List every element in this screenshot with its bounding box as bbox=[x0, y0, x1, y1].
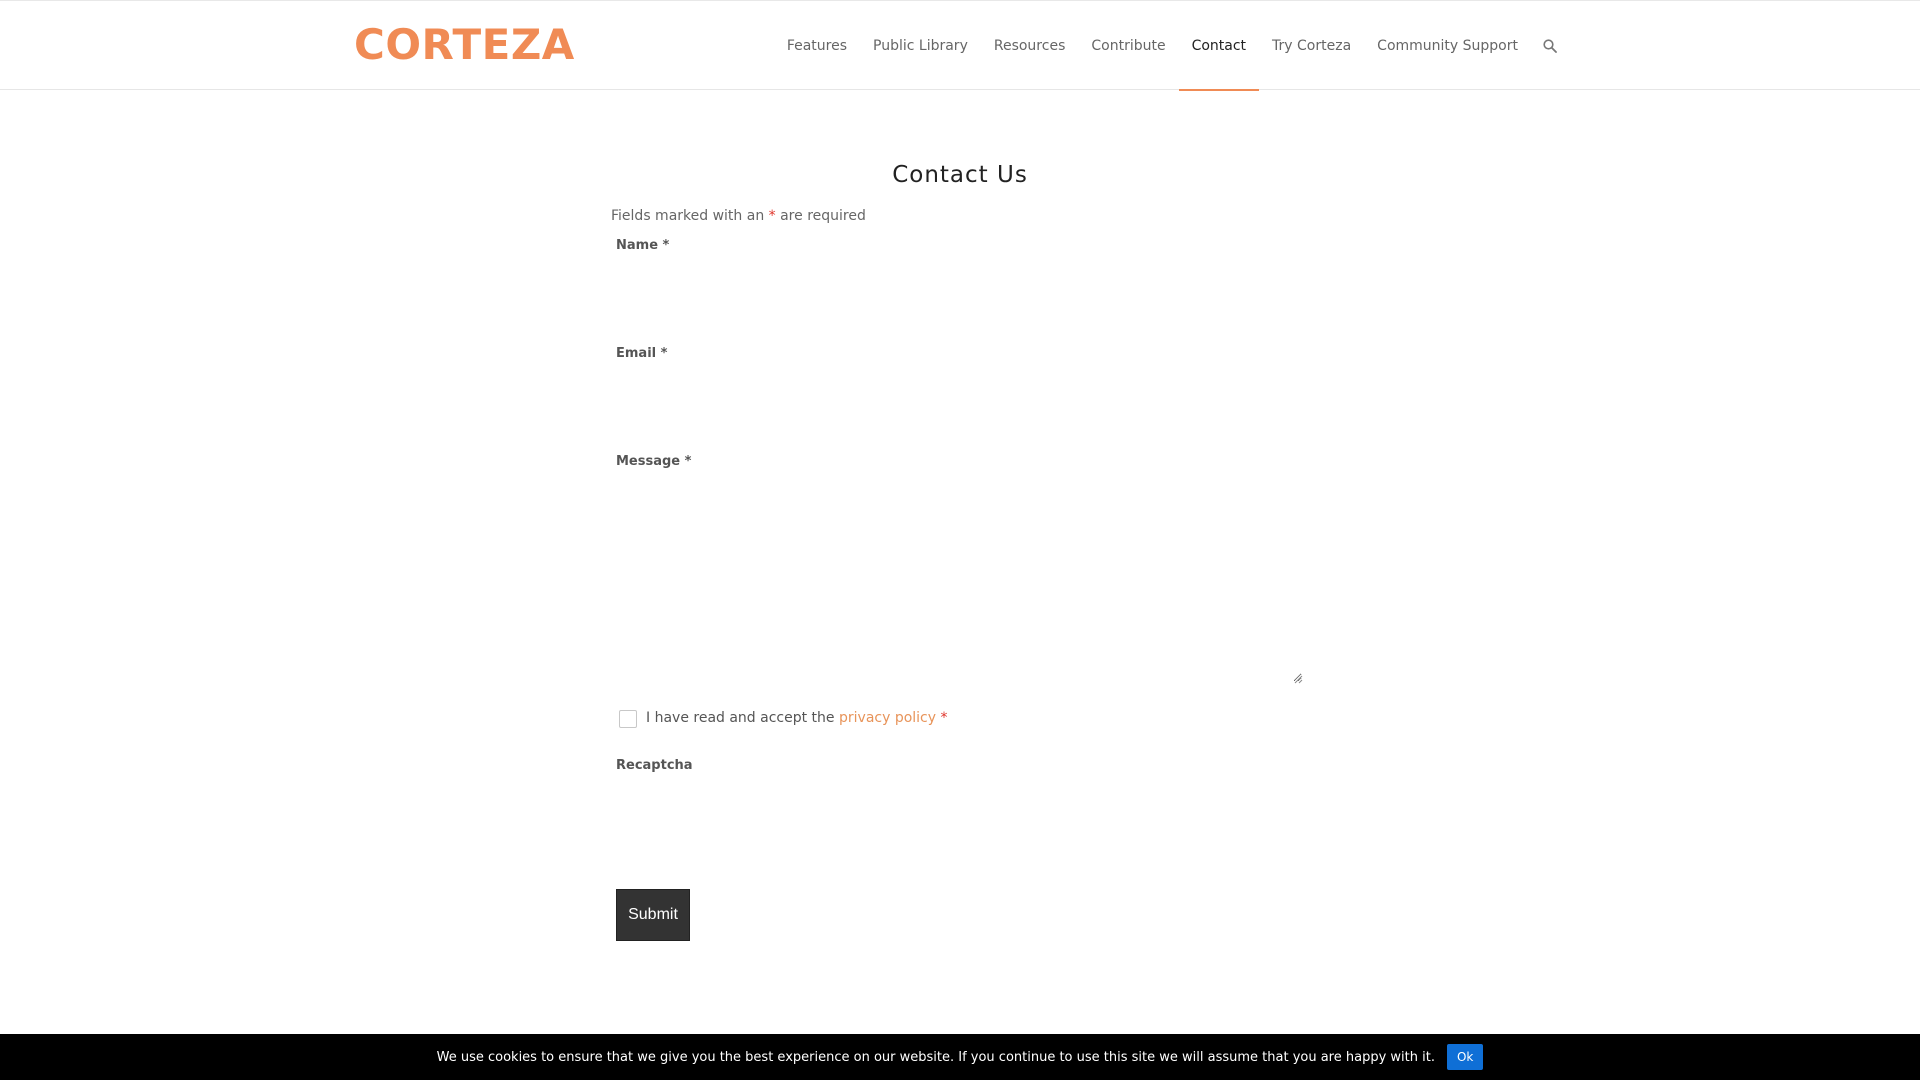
nav-item-features[interactable]: Features bbox=[774, 1, 860, 90]
recaptcha-area bbox=[616, 788, 920, 864]
privacy-policy-link[interactable]: privacy policy bbox=[839, 710, 936, 726]
email-label: Email * bbox=[616, 346, 668, 361]
nav-item-contact[interactable]: Contact bbox=[1178, 1, 1260, 91]
message-label: Message * bbox=[616, 454, 692, 469]
consent-label: I have read and accept the privacy polic… bbox=[646, 710, 948, 726]
nav-item-try-corteza[interactable]: Try Corteza bbox=[1259, 1, 1364, 90]
search-button[interactable] bbox=[1531, 1, 1557, 90]
email-input[interactable] bbox=[616, 370, 1302, 410]
required-note-suffix: are required bbox=[775, 208, 866, 224]
required-note: Fields marked with an * are required bbox=[611, 208, 866, 224]
resize-grip-icon[interactable] bbox=[1293, 674, 1303, 684]
required-asterisk: * bbox=[768, 208, 776, 224]
required-note-prefix: Fields marked with an bbox=[611, 208, 769, 224]
cookie-ok-button[interactable]: Ok bbox=[1446, 1044, 1484, 1070]
page-title: Contact Us bbox=[892, 162, 1028, 188]
name-input[interactable] bbox=[616, 262, 1302, 302]
submit-button[interactable]: Submit bbox=[616, 889, 690, 941]
recaptcha-label: Recaptcha bbox=[616, 758, 693, 773]
nav-item-resources[interactable]: Resources bbox=[981, 1, 1079, 90]
privacy-checkbox[interactable] bbox=[619, 710, 637, 728]
site-header: CORTEZA Features Public Library Resource… bbox=[0, 0, 1920, 91]
search-icon bbox=[1543, 38, 1557, 53]
consent-prefix: I have read and accept the bbox=[646, 710, 839, 726]
nav-item-contribute[interactable]: Contribute bbox=[1078, 1, 1178, 90]
main-nav: Features Public Library Resources Contri… bbox=[774, 1, 1557, 91]
cookie-bar: We use cookies to ensure that we give yo… bbox=[0, 1034, 1920, 1080]
corteza-logo[interactable]: CORTEZA bbox=[354, 19, 575, 71]
consent-asterisk: * bbox=[936, 710, 948, 726]
nav-item-community-support[interactable]: Community Support bbox=[1364, 1, 1531, 90]
cookie-text: We use cookies to ensure that we give yo… bbox=[436, 1049, 1435, 1065]
message-textarea[interactable] bbox=[616, 492, 1302, 682]
name-label: Name * bbox=[616, 238, 670, 253]
nav-item-public-library[interactable]: Public Library bbox=[860, 1, 981, 90]
